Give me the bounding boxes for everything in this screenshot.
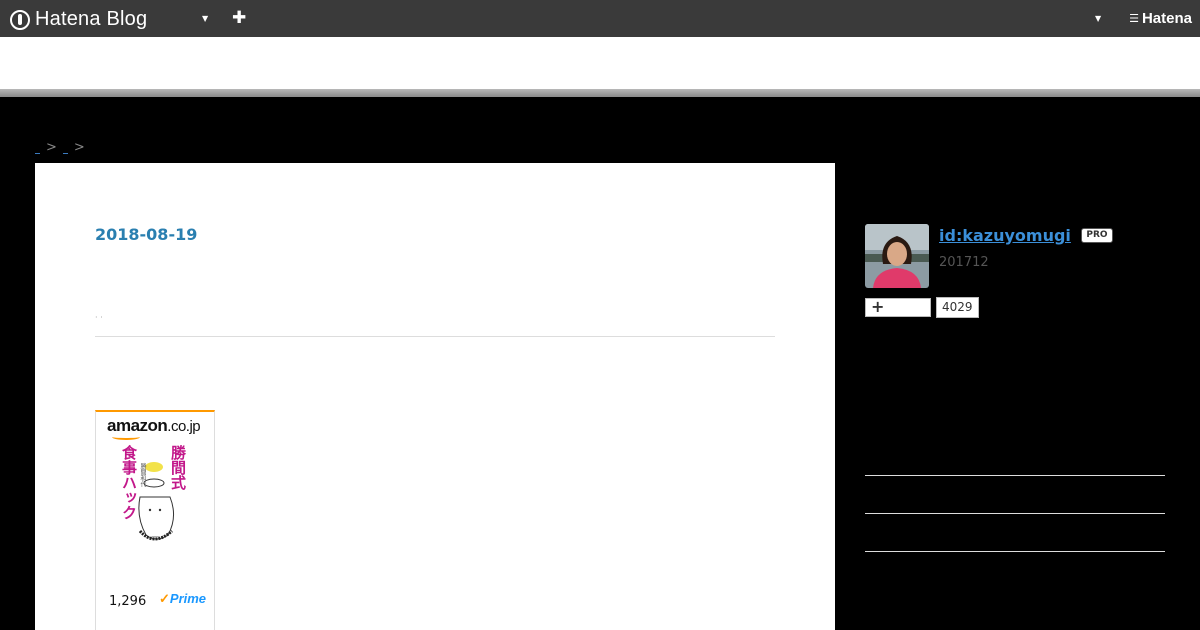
entry-article: 2018-08-19 · · amazon.co.jp 食事ハック 勝間和代 勝… [35,163,835,630]
plus-icon: + [871,297,885,316]
book-author: 勝間和代 [139,463,146,487]
amazon-prime-badge: ✓Prime [159,591,206,607]
blog-menu-chevron-down-icon[interactable]: ▼ [202,14,208,23]
hatena-blog-logo-text: Hatena Blog [35,8,148,30]
breadcrumb-separator: > [46,140,57,155]
amazon-logo-text: amazon [107,416,168,435]
breadcrumb-link-top[interactable] [35,142,40,154]
prime-label: Prime [169,591,207,606]
hatena-blog-logo-icon [10,9,30,30]
avatar-photo [865,224,929,288]
breadcrumb-separator: > [73,140,85,155]
entry-meta-text: · · [95,313,103,322]
global-header: Hatena Blog ▼ ✚ ▼ ☰ Hatena [0,0,1200,37]
entry-divider [95,336,775,337]
book-title-right: 勝間式 [169,445,187,490]
hatena-logo-text: Hatena [1141,10,1192,27]
amazon-logo-tld: .co.jp [167,418,201,435]
book-cover-image[interactable]: 食事ハック 勝間和代 勝間式 [108,445,202,541]
hatena-logo[interactable]: ☰ Hatena [1129,10,1192,27]
subscribe-button[interactable]: + [865,297,931,317]
book-caption: — [151,532,160,542]
blog-title-bar [0,37,1200,89]
prime-check-icon: ✓ [159,591,170,606]
breadcrumb-link-date[interactable] [62,142,68,154]
user-menu-chevron-down-icon[interactable]: ▼ [1095,14,1101,23]
blog-title-divider [0,89,1200,97]
amazon-smile-icon [112,434,140,440]
new-entry-plus-icon[interactable]: ✚ [232,8,246,28]
amazon-logo: amazon.co.jp [107,416,201,436]
breadcrumb: > > [35,140,85,155]
book-price: 1,296 [109,594,147,609]
reader-count: 4029 [936,297,979,318]
hatena-mark-icon: ☰ [1129,12,1139,25]
profile-id-link[interactable]: id:kazuyomugi [939,226,1071,245]
profile-since-text: 201712 [939,255,989,270]
sidebar-divider [865,513,1165,514]
profile-avatar[interactable] [865,224,929,288]
sidebar-divider [865,551,1165,552]
amazon-product-widget[interactable]: amazon.co.jp 食事ハック 勝間和代 勝間式 — 1,296 ✓Pri… [95,410,215,630]
sidebar-divider [865,475,1165,476]
pro-badge: PRO [1081,228,1113,243]
entry-date[interactable]: 2018-08-19 [95,225,197,244]
hatena-blog-logo[interactable]: Hatena Blog [10,8,147,31]
book-title-left: 食事ハック [120,445,138,520]
